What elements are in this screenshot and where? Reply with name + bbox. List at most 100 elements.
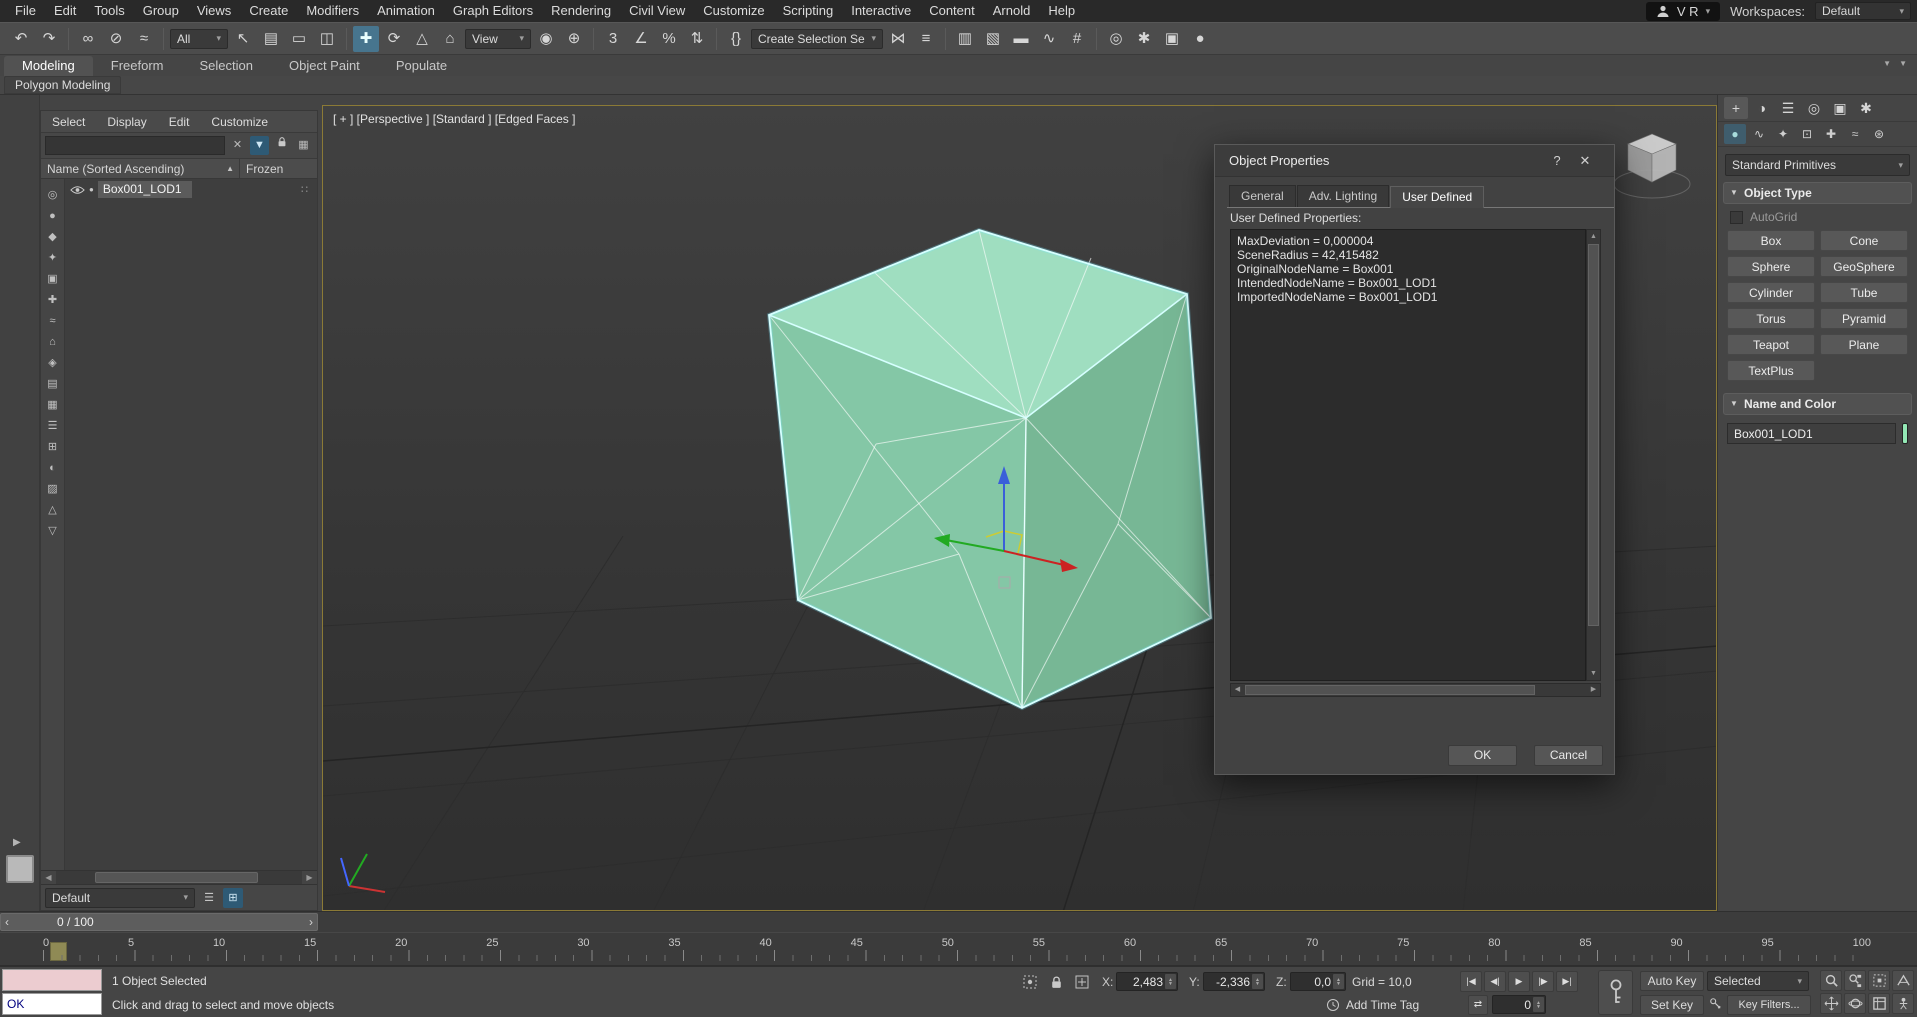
- material-editor-icon[interactable]: ◎: [1103, 26, 1129, 52]
- y-coordinate-field[interactable]: -2,336 ▲▼: [1203, 972, 1265, 991]
- primitive-button[interactable]: Box: [1727, 230, 1815, 251]
- explorer-menu-item[interactable]: Select: [41, 115, 96, 129]
- menu-item[interactable]: Help: [1039, 0, 1084, 22]
- object-name-field[interactable]: [1727, 423, 1896, 444]
- search-input[interactable]: [45, 136, 225, 155]
- pan-icon[interactable]: [1820, 993, 1842, 1014]
- maximize-viewport-icon[interactable]: [1868, 993, 1890, 1014]
- menu-item[interactable]: Modifiers: [297, 0, 368, 22]
- render-setup-icon[interactable]: ✱: [1131, 26, 1157, 52]
- selection-lock-icon[interactable]: [1046, 972, 1066, 992]
- reference-coordinate-dropdown[interactable]: View ▾: [465, 29, 531, 49]
- maxscript-mini-listener-output[interactable]: OK: [2, 993, 102, 1015]
- modify-tab-icon[interactable]: ◑: [1750, 97, 1774, 119]
- mirror-icon[interactable]: ⋈: [885, 26, 911, 52]
- time-slider-track[interactable]: ‹ 0 / 100 ›: [0, 911, 1917, 932]
- named-selection-sets-icon[interactable]: {}: [723, 26, 749, 52]
- menu-item[interactable]: Create: [240, 0, 297, 22]
- ok-button[interactable]: OK: [1448, 745, 1517, 766]
- primitive-button[interactable]: GeoSphere: [1820, 256, 1908, 277]
- scroll-left-icon[interactable]: ◀: [1231, 684, 1244, 696]
- scroll-left-icon[interactable]: ◀: [41, 871, 56, 884]
- align-icon[interactable]: ≡: [913, 26, 939, 52]
- explorer-layers-icon[interactable]: ☰: [199, 888, 219, 908]
- unlink-selection-icon[interactable]: ⊘: [103, 26, 129, 52]
- scroll-up-icon[interactable]: ▲: [1587, 230, 1600, 243]
- auto-key-button[interactable]: Auto Key: [1640, 971, 1704, 991]
- explorer-menu-item[interactable]: Customize: [200, 115, 279, 129]
- cameras-category-icon[interactable]: ⊡: [1796, 124, 1818, 144]
- spinner-icon[interactable]: ▲▼: [1533, 997, 1544, 1012]
- primitive-button[interactable]: Cylinder: [1727, 282, 1815, 303]
- create-tab-icon[interactable]: +: [1724, 97, 1748, 119]
- zoom-all-icon[interactable]: [1844, 970, 1866, 991]
- primitive-button[interactable]: Torus: [1727, 308, 1815, 329]
- key-mode-toggle-icon[interactable]: ⇄: [1468, 995, 1488, 1015]
- key-filters-button[interactable]: Key Filters...: [1727, 995, 1811, 1015]
- box-object[interactable]: [769, 230, 1211, 708]
- column-settings-icon[interactable]: ▦: [294, 136, 313, 155]
- geometry-category-dropdown[interactable]: Standard Primitives ▾: [1725, 154, 1910, 176]
- workspace-select[interactable]: Default ▾: [1815, 2, 1911, 20]
- x-coordinate-field[interactable]: 2,483 ▲▼: [1116, 972, 1178, 991]
- named-selection-set-dropdown[interactable]: Create Selection Se ▾: [751, 29, 883, 49]
- motion-tab-icon[interactable]: ◎: [1802, 97, 1826, 119]
- explorer-filter-icon[interactable]: ⌂: [44, 333, 62, 351]
- render-production-icon[interactable]: ●: [1187, 26, 1213, 52]
- object-name[interactable]: Box001_LOD1: [98, 181, 192, 198]
- utilities-tab-icon[interactable]: ✱: [1854, 97, 1878, 119]
- explorer-filter-icon[interactable]: ≈: [44, 312, 62, 330]
- tab-general[interactable]: General: [1229, 185, 1296, 207]
- toggle-scene-explorer-icon[interactable]: ▥: [952, 26, 978, 52]
- time-slider-handle[interactable]: ‹ 0 / 100 ›: [0, 913, 318, 931]
- shapes-category-icon[interactable]: ∿: [1748, 124, 1770, 144]
- field-of-view-icon[interactable]: [1892, 970, 1914, 991]
- explorer-filter-icon[interactable]: ☰: [44, 417, 62, 435]
- spinner-icon[interactable]: ▲▼: [1252, 974, 1263, 989]
- primitive-button[interactable]: Tube: [1820, 282, 1908, 303]
- spinner-icon[interactable]: ▲▼: [1333, 974, 1344, 989]
- expand-panel-arrow[interactable]: ▶: [13, 837, 21, 848]
- tab-adv-lighting[interactable]: Adv. Lighting: [1297, 185, 1390, 207]
- menu-item[interactable]: Interactive: [842, 0, 920, 22]
- explorer-menu-item[interactable]: Edit: [158, 115, 201, 129]
- name-and-color-rollout[interactable]: ▼ Name and Color: [1723, 393, 1912, 415]
- walk-through-icon[interactable]: [1892, 993, 1914, 1014]
- select-and-scale-icon[interactable]: △: [409, 26, 435, 52]
- lock-icon[interactable]: [272, 136, 291, 155]
- scrollbar-thumb[interactable]: [1245, 685, 1535, 695]
- zoom-extents-icon[interactable]: [1868, 970, 1890, 991]
- playback-button[interactable]: ◀|: [1484, 971, 1506, 992]
- hierarchy-tab-icon[interactable]: ☰: [1776, 97, 1800, 119]
- menu-item[interactable]: Arnold: [984, 0, 1040, 22]
- spinner-icon[interactable]: ▲▼: [1165, 974, 1176, 989]
- visibility-eye-icon[interactable]: [70, 185, 85, 195]
- filter-icon[interactable]: ▼: [250, 136, 269, 155]
- frozen-column-header[interactable]: Frozen: [239, 159, 317, 178]
- object-color-swatch[interactable]: [1902, 423, 1908, 444]
- selection-filter-dropdown[interactable]: All ▾: [170, 29, 228, 49]
- explorer-menu-item[interactable]: Display: [96, 115, 157, 129]
- select-by-name-icon[interactable]: ▤: [258, 26, 284, 52]
- snaps-toggle-icon[interactable]: 3: [600, 26, 626, 52]
- rectangular-selection-region-icon[interactable]: ▭: [286, 26, 312, 52]
- viewport-label[interactable]: [ + ] [Perspective ] [Standard ] [Edged …: [333, 112, 575, 126]
- rendered-frame-window-icon[interactable]: ▣: [1159, 26, 1185, 52]
- tab-user-defined[interactable]: User Defined: [1390, 186, 1484, 208]
- bind-to-space-warp-icon[interactable]: ≈: [131, 26, 157, 52]
- ribbon-minimize-icon[interactable]: ▼: [1883, 59, 1891, 68]
- helpers-category-icon[interactable]: ✚: [1820, 124, 1842, 144]
- window-crossing-icon[interactable]: ◫: [314, 26, 340, 52]
- add-time-tag[interactable]: Add Time Tag: [1346, 998, 1419, 1012]
- explorer-horizontal-scrollbar[interactable]: ◀ ▶: [41, 870, 317, 884]
- ribbon-tab-selection[interactable]: Selection: [182, 56, 271, 76]
- playback-button[interactable]: ▶|: [1556, 971, 1578, 992]
- use-pivot-point-center-icon[interactable]: ◉: [533, 26, 559, 52]
- display-tab-icon[interactable]: ▣: [1828, 97, 1852, 119]
- primitive-button[interactable]: Sphere: [1727, 256, 1815, 277]
- key-filter-key-icon[interactable]: [1709, 997, 1723, 1014]
- explorer-filter-icon[interactable]: ◆: [44, 228, 62, 246]
- orbit-icon[interactable]: [1844, 993, 1866, 1014]
- explorer-filter-icon[interactable]: ▨: [44, 480, 62, 498]
- scroll-right-icon[interactable]: ▶: [302, 871, 317, 884]
